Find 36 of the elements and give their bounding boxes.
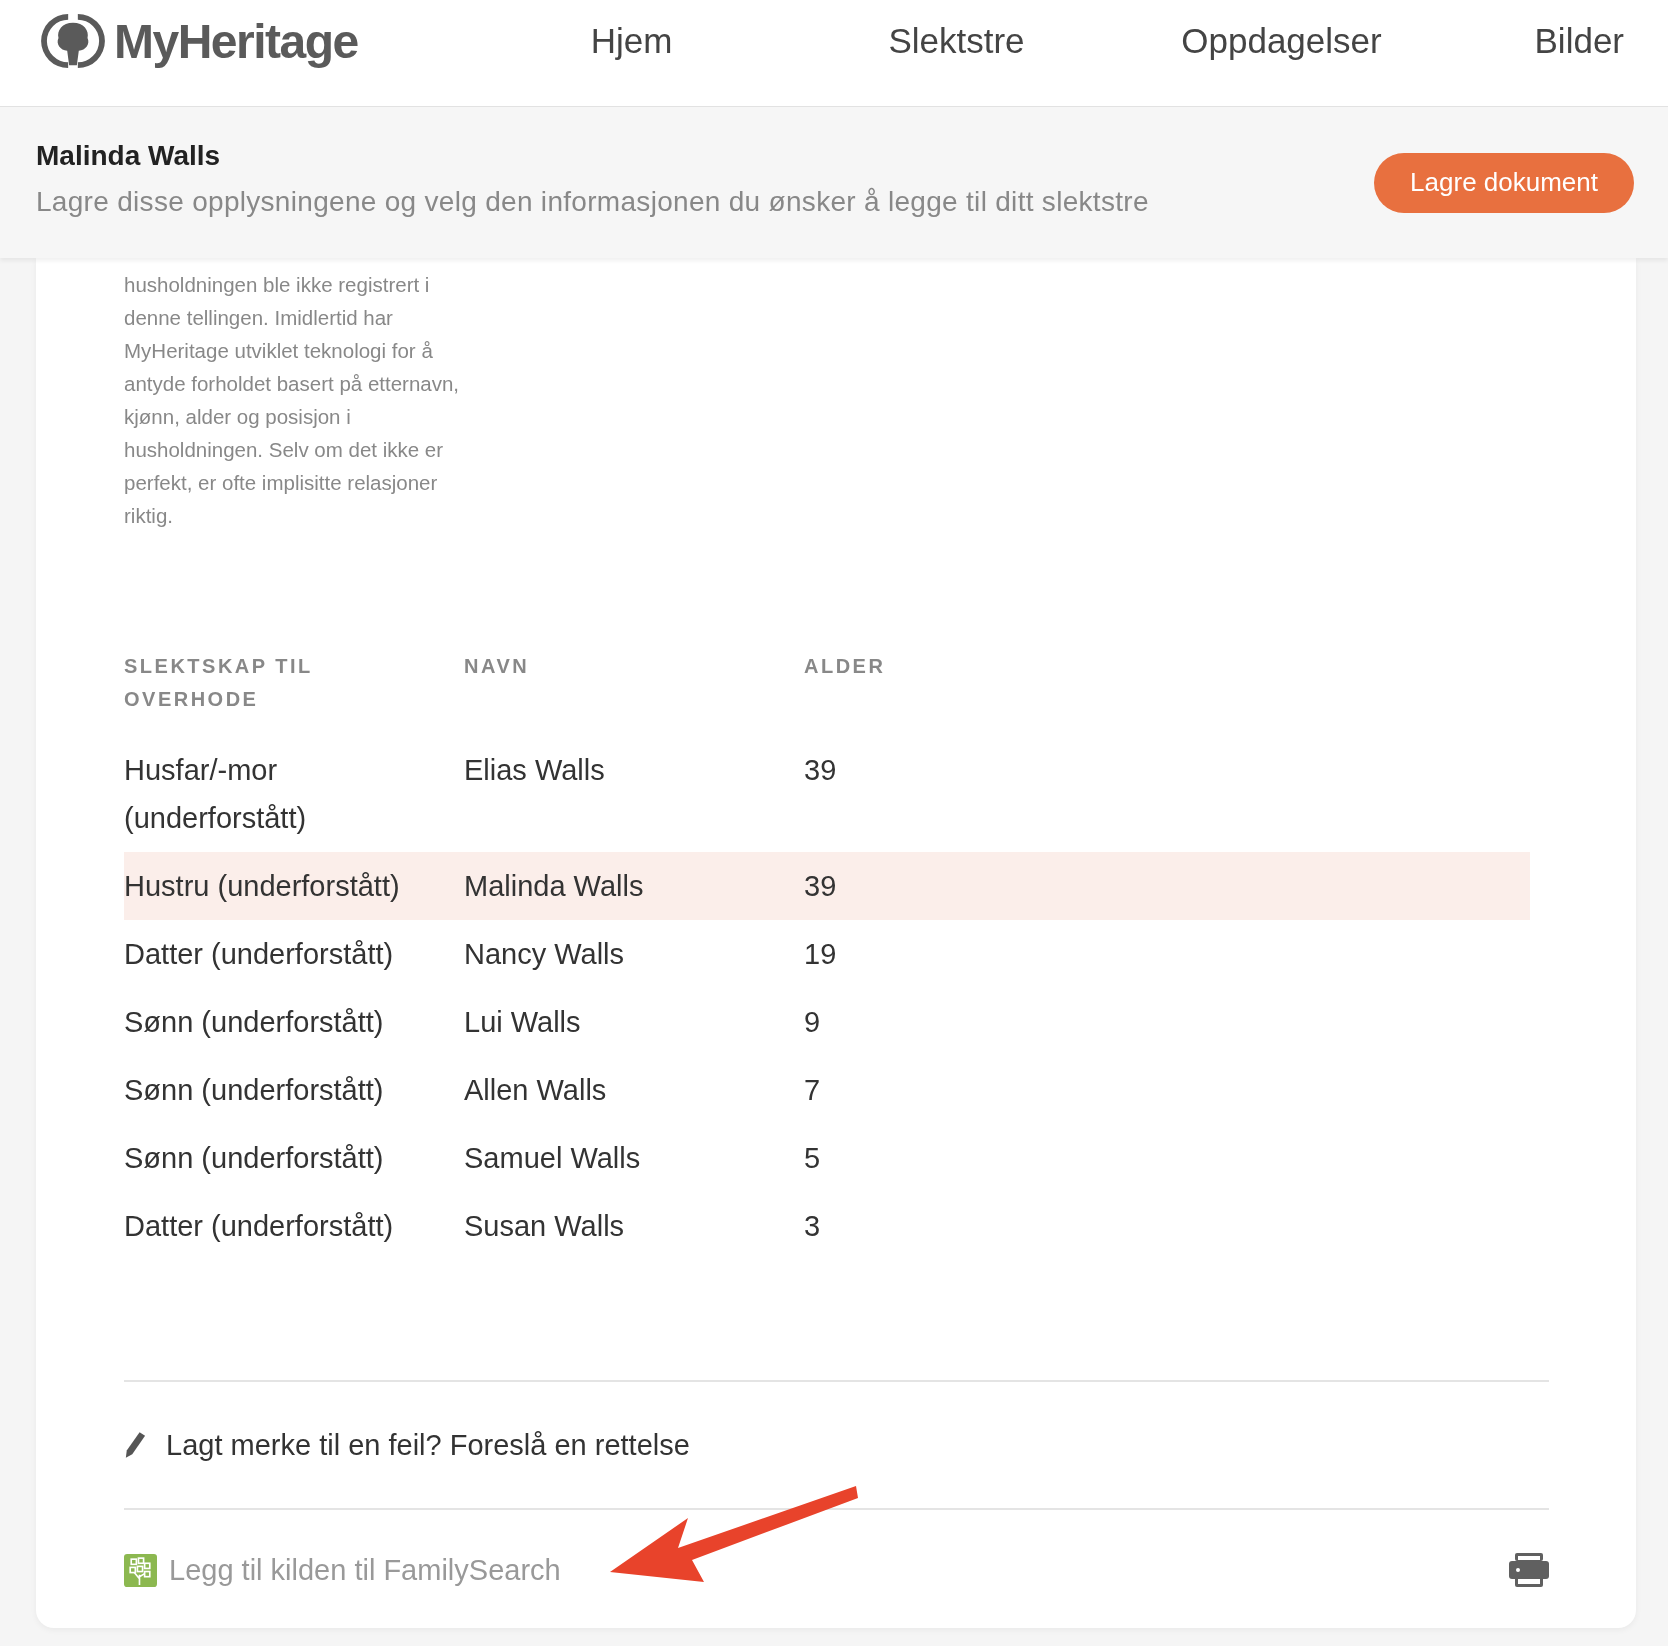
record-subtitle: Lagre disse opplysningene og velg den informasjonen du ønsker å legge til ditt slektstre	[36, 185, 1150, 218]
suggest-correction-link[interactable]: Lagt merke til en feil? Foreslå en rettelse	[166, 1428, 690, 1462]
table-cell-text: Datter (underforstått)	[124, 1209, 395, 1244]
nav-link[interactable]: Bilder	[1444, 21, 1632, 61]
table-cell-text: Husfar/-mor (underforstått)	[124, 753, 308, 836]
table-cell-text: Lui Walls	[464, 1005, 582, 1040]
column-header: NAVN	[464, 654, 531, 679]
table-cell-text: Malinda Walls	[464, 869, 645, 904]
table-cell-text: Hustru (underforstått)	[124, 869, 401, 904]
table-cell-text: 3	[804, 1209, 822, 1244]
table-cell-text: Elias Walls	[464, 753, 606, 788]
print-icon[interactable]	[1509, 1553, 1549, 1587]
table-cell-text: 9	[804, 1005, 822, 1040]
logo-text[interactable]: MyHeritage	[114, 13, 358, 69]
record-name: Malinda Walls	[36, 139, 222, 172]
table-cell-text: Nancy Walls	[464, 937, 626, 972]
table-cell-text: 39	[804, 869, 838, 904]
table-cell-text: Datter (underforstått)	[124, 937, 395, 972]
table-cell-text: Sønn (underforstått)	[124, 1005, 385, 1040]
table-cell-text: 5	[804, 1141, 822, 1176]
pencil-icon	[124, 1430, 146, 1460]
nav-link[interactable]: Hjem	[469, 21, 794, 61]
table-cell-text: 7	[804, 1073, 822, 1108]
note-text: husholdningen ble ikke registrert i denne tellingen. Imidlertid har MyHeritage utviklet teknologi for å antyde forholdet basert på etternavn, kjønn, alder og posisjon i husholdningen. Selv om det ikke er perfekt, er ofte implisitte relasjoner riktig.	[124, 272, 461, 529]
nav-link[interactable]: Slektstre	[794, 21, 1119, 61]
table-cell-text: 39	[804, 753, 838, 788]
family-tree-icon	[124, 1553, 157, 1587]
table-cell-text: Susan Walls	[464, 1209, 626, 1244]
nav-link[interactable]: Oppdagelser	[1119, 21, 1444, 61]
column-header: SLEKTSKAP TIL OVERHODE	[124, 654, 314, 712]
column-header: ALDER	[804, 654, 887, 679]
table-cell-text: Sønn (underforstått)	[124, 1073, 385, 1108]
table-cell-text: Sønn (underforstått)	[124, 1141, 385, 1176]
table-cell-text: Samuel Walls	[464, 1141, 642, 1176]
table-cell-text: Allen Walls	[464, 1073, 608, 1108]
table-cell-text: 19	[804, 937, 838, 972]
